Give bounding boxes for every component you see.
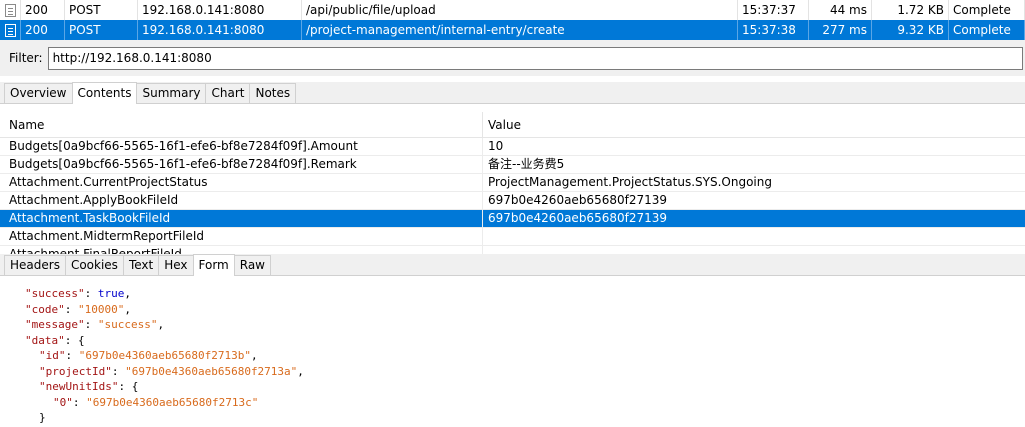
json-line: "success": true, — [25, 287, 131, 300]
json-value: "697b0e4360aeb65680f2713a" — [125, 364, 298, 378]
tab-headers[interactable]: Headers — [4, 255, 66, 275]
grid-header: Name Value — [0, 112, 1025, 138]
grid-row-selected[interactable]: Attachment.TaskBookFileId 697b0e4260aeb6… — [0, 210, 1025, 228]
document-icon — [4, 23, 16, 37]
grid-cell-value — [483, 228, 488, 246]
json-line: "message": "success", — [25, 318, 165, 331]
filter-label: Filter: — [9, 51, 43, 65]
json-punct: , — [157, 318, 165, 331]
grid-cell-name: Attachment.TaskBookFileId — [0, 210, 483, 228]
json-value: "success" — [97, 318, 158, 331]
document-icon — [4, 3, 16, 17]
tab-notes[interactable]: Notes — [249, 83, 297, 103]
request-host: 192.168.0.141:8080 — [138, 0, 302, 20]
json-value: "697b0e4360aeb65680f2713c" — [86, 395, 259, 409]
grid-cell-name: Attachment.FinalReportFileId — [0, 246, 483, 254]
grid-cell-name: Attachment.ApplyBookFileId — [0, 192, 483, 210]
json-punct: , — [297, 364, 304, 378]
request-result: Complete — [949, 20, 1025, 40]
grid-row[interactable]: Budgets[0a9bcf66-5565-16f1-efe6-bf8e7284… — [0, 138, 1025, 156]
json-key: "id" — [39, 349, 66, 362]
request-result: Complete — [949, 0, 1025, 20]
column-header-name[interactable]: Name — [0, 112, 483, 138]
tab-overview[interactable]: Overview — [4, 83, 73, 103]
form-grid: Name Value Budgets[0a9bcf66-5565-16f1-ef… — [0, 112, 1025, 254]
grid-cell-value: 备注--业务费5 — [488, 157, 565, 171]
column-header-value[interactable]: Value — [483, 112, 521, 138]
json-key: "message" — [25, 318, 85, 331]
request-duration: 44 ms — [809, 0, 872, 20]
tab-text[interactable]: Text — [122, 255, 160, 275]
grid-cell-name: Budgets[0a9bcf66-5565-16f1-efe6-bf8e7284… — [0, 138, 483, 156]
json-key: "code" — [25, 302, 65, 316]
grid-row[interactable]: Attachment.ApplyBookFileId 697b0e4260aeb… — [0, 192, 1025, 210]
tab-chart[interactable]: Chart — [205, 83, 251, 103]
request-time: 15:37:38 — [738, 20, 809, 40]
json-key: "data" — [25, 333, 65, 347]
tab-hex[interactable]: Hex — [158, 255, 194, 275]
grid-row[interactable]: Attachment.CurrentProjectStatus ProjectM… — [0, 174, 1025, 192]
request-row-selected[interactable]: 200 POST 192.168.0.141:8080 /project-man… — [0, 20, 1025, 40]
grid-cell-name: Budgets[0a9bcf66-5565-16f1-efe6-bf8e7284… — [0, 156, 483, 174]
filter-bar: Filter: — [0, 40, 1025, 76]
json-punct: , — [124, 287, 131, 300]
request-duration: 277 ms — [809, 20, 872, 40]
json-value: { — [131, 380, 139, 393]
json-key: "0" — [53, 395, 73, 409]
tab-raw[interactable]: Raw — [233, 255, 271, 275]
request-cell-icon — [0, 20, 21, 40]
request-host: 192.168.0.141:8080 — [138, 20, 302, 40]
grid-row[interactable]: Attachment.MidtermReportFileId — [0, 228, 1025, 246]
response-tabs: Headers Cookies Text Hex Form Raw — [0, 254, 1025, 276]
json-punct: , — [124, 302, 131, 316]
json-value: { — [78, 333, 85, 347]
tab-cookies[interactable]: Cookies — [64, 255, 124, 275]
request-row[interactable]: 200 POST 192.168.0.141:8080 /api/public/… — [0, 0, 1025, 20]
grid-cell-name: Attachment.CurrentProjectStatus — [0, 174, 483, 192]
json-key: "newUnitIds" — [39, 380, 119, 393]
grid-cell-value: 697b0e4260aeb65680f27139 — [488, 193, 668, 207]
json-value: } — [39, 411, 46, 424]
json-value: "10000" — [78, 302, 125, 316]
json-key: "success" — [25, 287, 85, 300]
request-url: /project-management/internal-entry/creat… — [302, 20, 738, 40]
tab-summary[interactable]: Summary — [136, 83, 207, 103]
request-method: POST — [65, 20, 138, 40]
json-key: "projectId" — [39, 364, 112, 378]
request-size: 1.72 KB — [872, 0, 949, 20]
tab-form[interactable]: Form — [192, 254, 235, 276]
json-line: "id": "697b0e4360aeb65680f2713b", — [39, 349, 258, 362]
request-status: 200 — [21, 20, 65, 40]
grid-cell-value: ProjectManagement.ProjectStatus.SYS.Ongo… — [488, 175, 772, 189]
json-response-view[interactable]: "success": true, "code": "10000", "message… — [0, 286, 1025, 427]
json-value: "697b0e4360aeb65680f2713b" — [78, 349, 251, 362]
request-time: 15:37:37 — [738, 0, 809, 20]
grid-cell-value: 697b0e4260aeb65680f27139 — [488, 211, 668, 225]
json-value: true — [97, 287, 125, 300]
request-status: 200 — [21, 0, 65, 20]
grid-row[interactable]: Budgets[0a9bcf66-5565-16f1-efe6-bf8e7284… — [0, 156, 1025, 174]
json-line: "0": "697b0e4360aeb65680f2713c" — [53, 395, 259, 409]
grid-cell-name: Attachment.MidtermReportFileId — [0, 228, 483, 246]
request-url: /api/public/file/upload — [302, 0, 738, 20]
request-cell-icon — [0, 0, 21, 20]
json-line: "data": { — [25, 333, 85, 347]
grid-cell-value: 10 — [488, 139, 504, 153]
inspector-tabs: Overview Contents Summary Chart Notes — [0, 82, 1025, 104]
json-line: } — [25, 410, 1025, 426]
grid-cell-value — [483, 246, 488, 254]
request-size: 9.32 KB — [872, 20, 949, 40]
json-line: "projectId": "697b0e4360aeb65680f2713a", — [39, 364, 304, 378]
json-punct: , — [250, 349, 258, 362]
request-method: POST — [65, 0, 138, 20]
grid-row[interactable]: Attachment.FinalReportFileId — [0, 246, 1025, 254]
tab-contents[interactable]: Contents — [71, 82, 138, 104]
filter-input[interactable] — [47, 46, 1023, 70]
json-line: "newUnitIds": { — [39, 380, 139, 393]
json-line: "code": "10000", — [25, 302, 131, 316]
